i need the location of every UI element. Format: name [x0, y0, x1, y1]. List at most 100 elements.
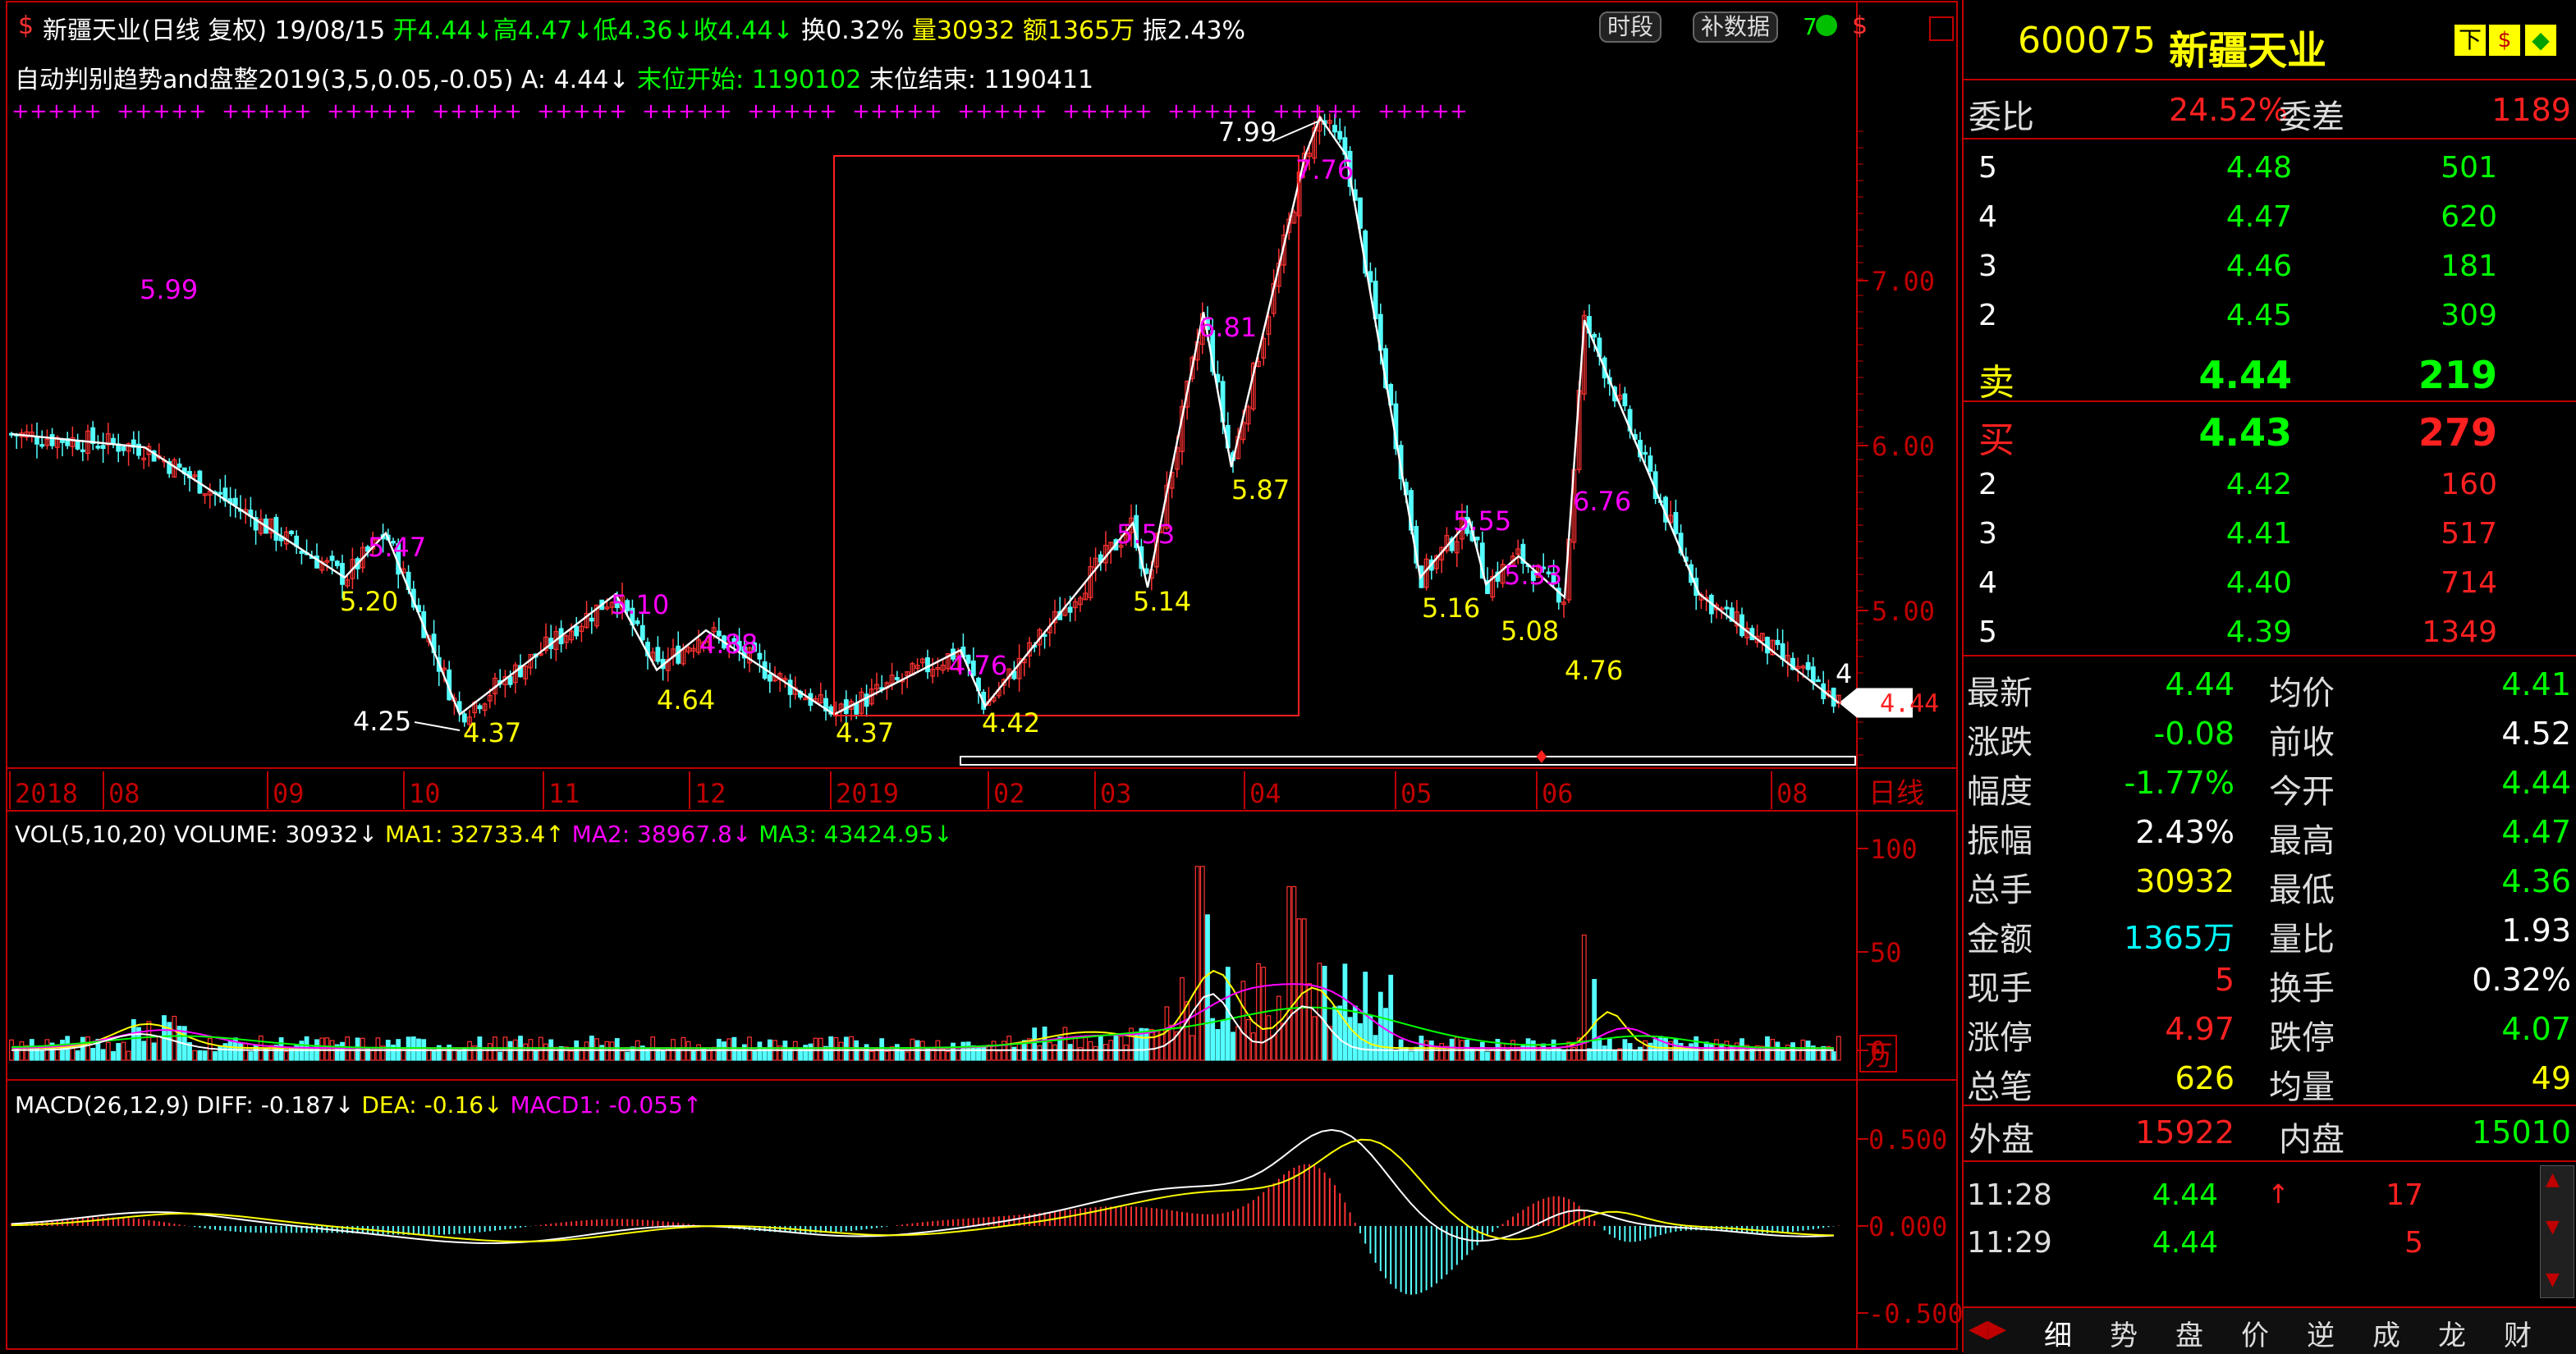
candle-body: [507, 676, 513, 685]
volume-bar: [1597, 1037, 1602, 1061]
volume-bar: [960, 1041, 966, 1061]
quote-panel: 600075 新疆天业 下 $ ◆ 委比 24.52% 委差 1189 5 4.4…: [1962, 0, 2576, 1354]
volume-legend: VOL(5,10,20) VOLUME: 30932↓ MA1: 32733.4…: [15, 821, 953, 848]
volume-bar: [278, 1037, 284, 1061]
vol-ma1-line: [11, 969, 1834, 1050]
volume-bar: [1067, 1044, 1073, 1061]
tab-3[interactable]: 价: [2241, 1313, 2269, 1353]
candle-body: [299, 551, 305, 554]
candle-body: [1474, 536, 1480, 541]
signal-marker: +: [1098, 99, 1116, 124]
tab-4[interactable]: 逆: [2307, 1313, 2335, 1353]
tab-7[interactable]: 财: [2504, 1313, 2532, 1353]
buy-price: 4.42: [2225, 468, 2292, 501]
fill-data-button[interactable]: 补数据: [1693, 11, 1779, 43]
tab-5[interactable]: 成: [2372, 1313, 2400, 1353]
stat-value: 4.07: [2501, 1011, 2571, 1047]
volume-bar: [1271, 1035, 1277, 1061]
signal-marker: +: [345, 99, 363, 124]
stat-value: -1.77%: [2124, 765, 2235, 801]
pivot-price-label: 4.76: [949, 650, 1007, 681]
date-axis-unit: 日线: [1868, 777, 1924, 810]
volume-bar: [752, 1050, 758, 1061]
volume-bar: [442, 1049, 447, 1061]
volume-bar: [1240, 981, 1246, 1061]
time-period-button[interactable]: 时段: [1599, 11, 1662, 43]
volume-bar: [1327, 1026, 1332, 1061]
stat-label: 量比: [2269, 921, 2335, 958]
volume-bar: [1103, 1044, 1108, 1061]
stat-label: 总笔: [1967, 1068, 2033, 1106]
window-box-icon[interactable]: [1929, 16, 1954, 41]
scroll-mid-icon[interactable]: ▼: [2546, 1217, 2560, 1237]
macd-axis-label: -0.500: [1868, 1298, 1962, 1329]
stat-label: 振幅: [1967, 822, 2033, 860]
volume-bar: [1322, 965, 1327, 1061]
volume-bar: [1317, 963, 1322, 1061]
tab-2[interactable]: 盘: [2175, 1313, 2203, 1353]
stat-value: 49: [2531, 1060, 2571, 1096]
signal-marker: +: [591, 99, 609, 124]
volume-bar: [350, 1050, 355, 1061]
tab-0[interactable]: 细: [2044, 1313, 2072, 1353]
volume-bar: [660, 1050, 666, 1061]
volume-bar: [1342, 963, 1348, 1061]
candle-body: [232, 497, 238, 506]
volume-bar: [1561, 1050, 1566, 1061]
date-axis-label: 10: [409, 778, 441, 809]
volume-bar: [1409, 1051, 1414, 1061]
divider: [1964, 1160, 2576, 1162]
volume-bar: [722, 1041, 727, 1061]
chart-area[interactable]: 7.00 6.00 5.00 4.44 2018 08 09 10 11 12 2019 02 03 04…: [0, 0, 1962, 1352]
tab-nav-arrows-icon[interactable]: ◀▶: [1969, 1315, 2006, 1343]
tick-volume: 17: [2386, 1178, 2423, 1212]
pivot-price-label: 6.81: [1199, 312, 1257, 343]
signal-marker: +: [573, 99, 591, 124]
refresh-icon[interactable]: ◆: [2525, 25, 2556, 56]
inner-value: 15010: [2472, 1114, 2571, 1150]
vol-axis-label: 50: [1870, 937, 1902, 968]
signal-marker: +: [327, 99, 345, 124]
volume-bar: [324, 1037, 330, 1061]
volume-bar: [1816, 1049, 1821, 1061]
vol-ma2-line: [11, 983, 1834, 1050]
stat-value: 4.41: [2501, 666, 2571, 702]
volume-bar: [1250, 1032, 1256, 1061]
macd-dea-line: [11, 1138, 1835, 1242]
settings-icon[interactable]: $: [2489, 25, 2520, 56]
sell-volume: 309: [2441, 299, 2497, 332]
signal-marker: +: [30, 99, 48, 124]
low-pointer-line: [414, 721, 461, 731]
volume-bar: [1632, 1049, 1638, 1061]
signal-marker: +: [240, 99, 258, 124]
sell-level: 4: [1978, 200, 1997, 234]
volume-bar: [1261, 967, 1267, 1061]
scroll-up-icon[interactable]: ▲: [2546, 1169, 2560, 1190]
volume-bar: [813, 1037, 818, 1061]
tab-1[interactable]: 势: [2110, 1313, 2138, 1353]
buy-price: 4.40: [2225, 566, 2292, 600]
chart-scrollbar[interactable]: [960, 756, 1856, 766]
macd-macd1: MACD1: -0.055↑: [510, 1091, 703, 1118]
candle-body: [218, 492, 223, 495]
candle-body: [176, 463, 182, 468]
tick-scrollbar[interactable]: ▲ ▼ ▼: [2540, 1165, 2574, 1298]
volume-bar: [75, 1050, 80, 1061]
outer-label: 外盘: [1969, 1121, 2034, 1159]
volume-bar: [100, 1049, 106, 1061]
status-dot-icon[interactable]: [1816, 15, 1837, 36]
tab-6[interactable]: 龙: [2438, 1313, 2466, 1353]
volume-bar: [156, 1036, 162, 1061]
download-icon[interactable]: 下: [2455, 25, 2486, 56]
volume-bar: [1358, 1022, 1363, 1061]
volume-bar: [736, 1049, 742, 1061]
signal-marker: +: [1414, 99, 1432, 124]
candle-body: [1775, 639, 1781, 646]
volume-bar: [900, 1050, 905, 1061]
sell-level: 2: [1978, 299, 1997, 332]
volume-bar: [630, 1046, 635, 1061]
volume-bar: [543, 1043, 548, 1061]
settings-dollar-icon[interactable]: $: [1852, 11, 1868, 40]
scroll-down-icon[interactable]: ▼: [2546, 1269, 2560, 1290]
vol-axis-label: 100: [1870, 834, 1918, 865]
